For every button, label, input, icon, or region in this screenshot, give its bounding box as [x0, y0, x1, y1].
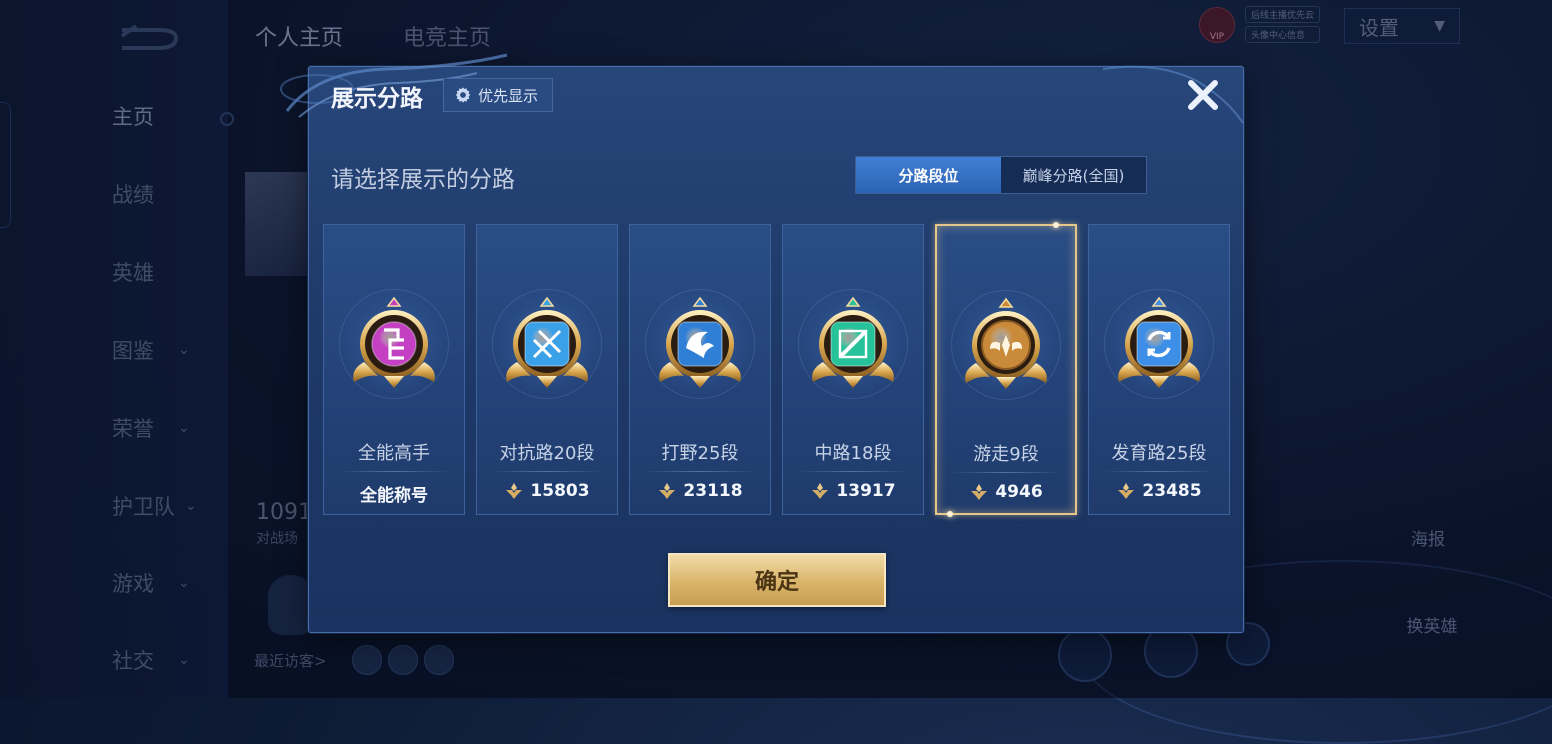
lane-score-value: 23485 [1142, 481, 1202, 501]
lane-name: 游走9段 [973, 444, 1039, 465]
selection-sparkle [1053, 222, 1059, 228]
lane-mode-segmented-control: 分路段位 巅峰分路(全国) [855, 156, 1147, 194]
badge-halo [951, 290, 1061, 400]
lane-card-roam[interactable]: 游走9段 4946 [935, 222, 1077, 517]
mid-lane-rank-badge-icon [812, 296, 894, 388]
card-divider [797, 471, 909, 472]
lane-score-value: 13917 [836, 481, 896, 501]
badge-halo [1104, 289, 1214, 399]
lane-name: 发育路25段 [1111, 443, 1207, 464]
close-icon[interactable] [1183, 75, 1223, 115]
card-divider [1103, 471, 1215, 472]
badge-halo [798, 289, 908, 399]
lane-score: 13917 [783, 481, 923, 501]
lane-card-mid-lane[interactable]: 中路18段 13917 [782, 224, 924, 515]
clash-lane-rank-badge-icon [506, 296, 588, 388]
lane-score-value: 全能称号 [360, 486, 428, 506]
rank-points-icon [659, 483, 676, 499]
lane-score-value: 23118 [683, 481, 743, 501]
lane-name: 中路18段 [814, 443, 892, 464]
farm-lane-rank-badge-icon [1118, 296, 1200, 388]
priority-display-button[interactable]: 优先显示 [443, 78, 554, 112]
dialog-subtitle: 请选择展示的分路 [331, 167, 515, 193]
header-swirl-decoration [1102, 65, 1244, 124]
card-divider [644, 471, 756, 472]
lane-score: 23118 [630, 481, 770, 501]
lane-score: 全能称号 [324, 481, 464, 506]
badge-halo [492, 289, 602, 399]
rank-points-icon [812, 483, 829, 499]
badge-halo [645, 289, 755, 399]
all-round-rank-badge-icon [353, 296, 435, 388]
lane-card-clash-lane[interactable]: 对抗路20段 15803 [476, 224, 618, 515]
lane-card-all-round[interactable]: 全能高手 全能称号 [323, 224, 465, 515]
card-divider [491, 471, 603, 472]
lane-name: 对抗路20段 [499, 443, 595, 464]
roam-rank-badge-icon [965, 297, 1047, 389]
priority-display-label: 优先显示 [478, 86, 539, 105]
confirm-button[interactable]: 确定 [668, 553, 886, 607]
jungle-rank-badge-icon [659, 296, 741, 388]
lane-display-dialog: 展示分路 优先显示 请选择展示的分路 分路段位 巅峰分路(全国) 全能高手 全能… [280, 53, 1244, 633]
tab-lane-rank[interactable]: 分路段位 [856, 157, 1001, 193]
card-divider [951, 472, 1061, 473]
rank-points-icon [506, 483, 523, 499]
badge-halo [339, 289, 449, 399]
lane-score-value: 15803 [530, 481, 590, 501]
tab-peak-lane-national[interactable]: 巅峰分路(全国) [1001, 157, 1146, 193]
lane-name: 打野25段 [661, 443, 739, 464]
lane-card-farm-lane[interactable]: 发育路25段 23485 [1088, 224, 1230, 515]
card-divider [338, 471, 450, 472]
lane-cards: 全能高手 全能称号 对抗路20段 15803 打野25段 23118 中路18段… [323, 222, 1231, 517]
lane-score: 4946 [937, 482, 1075, 502]
selection-sparkle [947, 511, 953, 517]
gear-icon [455, 87, 471, 103]
lane-score-value: 4946 [995, 482, 1043, 502]
lane-score: 15803 [477, 481, 617, 501]
lane-name: 全能高手 [358, 443, 430, 464]
rank-points-icon [1118, 483, 1135, 499]
dialog-title: 展示分路 [331, 86, 423, 112]
rank-points-icon [971, 484, 988, 500]
lane-score: 23485 [1089, 481, 1229, 501]
lane-card-jungle[interactable]: 打野25段 23118 [629, 224, 771, 515]
